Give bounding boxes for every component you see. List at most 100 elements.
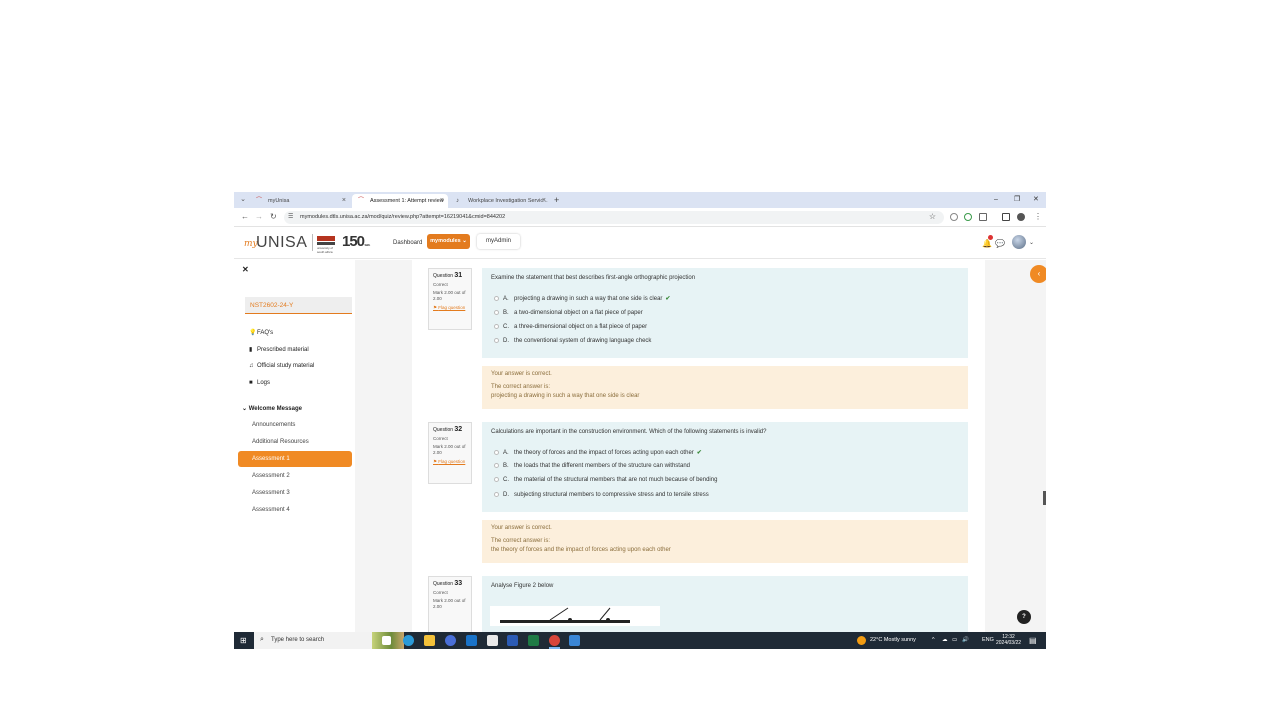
- question-info-33: Question 33 Correct Mark 2.00 out of 2.0…: [428, 576, 472, 638]
- close-window-button[interactable]: ✕: [1033, 194, 1039, 206]
- clock-date: 2024/03/22: [996, 640, 1022, 646]
- drawer-sub-assessment-4[interactable]: Assessment 4: [252, 507, 290, 513]
- unisa-crest-logo: university of south africa: [312, 234, 336, 254]
- search-placeholder: Type here to search: [271, 637, 325, 643]
- tray-chevron-up-icon[interactable]: ^: [932, 637, 935, 643]
- flag-question-link[interactable]: ⚑ Flag question: [433, 305, 467, 311]
- drawer-sub-announcements[interactable]: Announcements: [252, 422, 295, 428]
- radio-button[interactable]: [494, 324, 499, 329]
- notification-bell-icon[interactable]: 🔔: [982, 239, 992, 248]
- extension-icon[interactable]: [950, 213, 958, 221]
- messages-icon[interactable]: 💬: [995, 239, 1005, 248]
- reload-icon[interactable]: ↻: [270, 212, 277, 222]
- drawer-sub-assessment-2[interactable]: Assessment 2: [252, 473, 290, 479]
- excel-icon[interactable]: [528, 635, 539, 646]
- windows-taskbar: ⊞ ⌕ Type here to search 22°C Mostly sunn…: [234, 632, 1046, 649]
- scrollbar-thumb[interactable]: [1043, 491, 1046, 505]
- option-a: A. projecting a drawing in such a way tha…: [494, 295, 670, 302]
- app-icon[interactable]: [445, 635, 456, 646]
- task-view-icon[interactable]: [382, 636, 391, 645]
- url-field[interactable]: ☰ mymodules.dtls.unisa.ac.za/mod/quiz/re…: [284, 211, 944, 224]
- radio-button[interactable]: [494, 338, 499, 343]
- drawer-item-logs[interactable]: ■ Logs: [249, 380, 270, 386]
- volume-icon[interactable]: 🔊: [962, 637, 969, 643]
- chrome-icon[interactable]: [549, 635, 560, 646]
- user-avatar[interactable]: [1012, 235, 1026, 249]
- nav-dashboard[interactable]: Dashboard: [393, 240, 422, 246]
- drawer-item-faqs[interactable]: 💡FAQ's: [249, 329, 273, 336]
- word-icon[interactable]: [507, 635, 518, 646]
- page-content: ✕ NST2602-24-Y 💡FAQ's ▮ Prescribed materi…: [234, 260, 1046, 638]
- option-d: D. the conventional system of drawing lan…: [494, 338, 651, 344]
- drawer-section-welcome[interactable]: ⌄ Welcome Message: [242, 405, 302, 412]
- logo-unisa[interactable]: UNISA: [256, 234, 307, 252]
- feedback-label: The correct answer is:: [491, 538, 551, 544]
- app-icon[interactable]: [569, 635, 580, 646]
- chevron-down-icon: ⌄: [242, 406, 249, 412]
- radio-button[interactable]: [494, 463, 499, 468]
- file-explorer-icon[interactable]: [424, 635, 435, 646]
- option-b: B. the loads that the different members o…: [494, 463, 690, 469]
- site-info-icon[interactable]: ☰: [288, 213, 293, 220]
- drawer-sub-additional-resources[interactable]: Additional Resources: [252, 439, 309, 445]
- close-drawer-icon[interactable]: ✕: [242, 265, 249, 274]
- figure-2-image: [490, 606, 660, 626]
- windows-start-icon[interactable]: ⊞: [240, 636, 247, 645]
- minimize-button[interactable]: –: [994, 194, 998, 206]
- drawer-item-prescribed-material[interactable]: ▮ Prescribed material: [249, 346, 309, 353]
- taskbar-clock[interactable]: 12:32 2024/03/22: [996, 634, 1021, 646]
- tab-myunisa[interactable]: ⌒ myUnisa ×: [250, 194, 350, 208]
- tab-search-icon[interactable]: ⌄: [238, 195, 248, 205]
- option-a: A. the theory of forces and the impact of…: [494, 449, 702, 456]
- radio-button[interactable]: [494, 492, 499, 497]
- weather-text[interactable]: 22°C Mostly sunny: [870, 637, 916, 643]
- question-number: Question 31: [433, 272, 463, 279]
- language-indicator[interactable]: ENG: [982, 637, 994, 643]
- back-icon[interactable]: ←: [241, 212, 249, 222]
- forward-icon[interactable]: →: [255, 212, 263, 222]
- extension-icon[interactable]: [964, 213, 972, 221]
- radio-button[interactable]: [494, 310, 499, 315]
- drawer-sub-assessment-3[interactable]: Assessment 3: [252, 490, 290, 496]
- music-note-icon: ♫: [249, 363, 254, 369]
- question-content-32: Calculations are important in the constr…: [482, 422, 968, 512]
- extensions-puzzle-icon[interactable]: [979, 213, 987, 221]
- store-icon[interactable]: [487, 635, 498, 646]
- feedback-32: Your answer is correct. The correct answ…: [482, 520, 968, 563]
- question-content-33: Analyse Figure 2 below: [482, 576, 968, 636]
- tab-close-icon[interactable]: ×: [542, 194, 546, 208]
- browser-menu-icon[interactable]: ⋮: [1034, 212, 1042, 222]
- question-text: Analyse Figure 2 below: [491, 583, 554, 589]
- drawer-item-official-study-material[interactable]: ♫ Official study material: [249, 363, 314, 369]
- tray-cloud-icon[interactable]: ☁: [942, 637, 948, 643]
- mail-icon[interactable]: [466, 635, 477, 646]
- network-icon[interactable]: ▭: [952, 637, 957, 643]
- feedback-label: The correct answer is:: [491, 384, 551, 390]
- edge-browser-icon[interactable]: [403, 635, 414, 646]
- question-state: Correct: [433, 436, 448, 441]
- radio-button[interactable]: [494, 295, 499, 301]
- tab-assessment-review[interactable]: ⌒ Assessment 1: Attempt review ×: [352, 194, 448, 208]
- tab-close-icon[interactable]: ×: [440, 194, 444, 208]
- tab-workplace-investigation[interactable]: ♪ Workplace Investigation Servic... ×: [450, 194, 550, 208]
- tab-close-icon[interactable]: ×: [342, 194, 346, 208]
- help-button[interactable]: ?: [1017, 610, 1031, 624]
- side-panel-icon[interactable]: [1002, 213, 1010, 221]
- screenshot: ⌄ ⌒ myUnisa × ⌒ Assessment 1: Attempt re…: [234, 192, 1046, 649]
- bookmark-star-icon[interactable]: ☆: [929, 212, 936, 221]
- weather-sun-icon: [857, 636, 866, 645]
- nav-mymodules-button[interactable]: mymodules ⌄: [427, 234, 470, 249]
- profile-icon[interactable]: [1017, 213, 1025, 221]
- drawer-sub-assessment-1[interactable]: Assessment 1: [238, 451, 352, 467]
- radio-button[interactable]: [494, 477, 499, 482]
- maximize-button[interactable]: ❐: [1014, 194, 1020, 206]
- chevron-down-icon[interactable]: ⌄: [1029, 239, 1034, 246]
- notifications-icon[interactable]: ▤: [1029, 636, 1037, 645]
- nav-myadmin-button[interactable]: myAdmin: [477, 234, 520, 249]
- myunisa-favicon-icon: ⌒: [256, 198, 263, 204]
- collapse-blocks-button[interactable]: ‹: [1030, 265, 1046, 283]
- radio-button[interactable]: [494, 449, 499, 455]
- flag-question-link[interactable]: ⚑ Flag question: [433, 459, 467, 465]
- new-tab-button[interactable]: +: [554, 194, 559, 206]
- course-code[interactable]: NST2602-24-Y: [245, 297, 352, 314]
